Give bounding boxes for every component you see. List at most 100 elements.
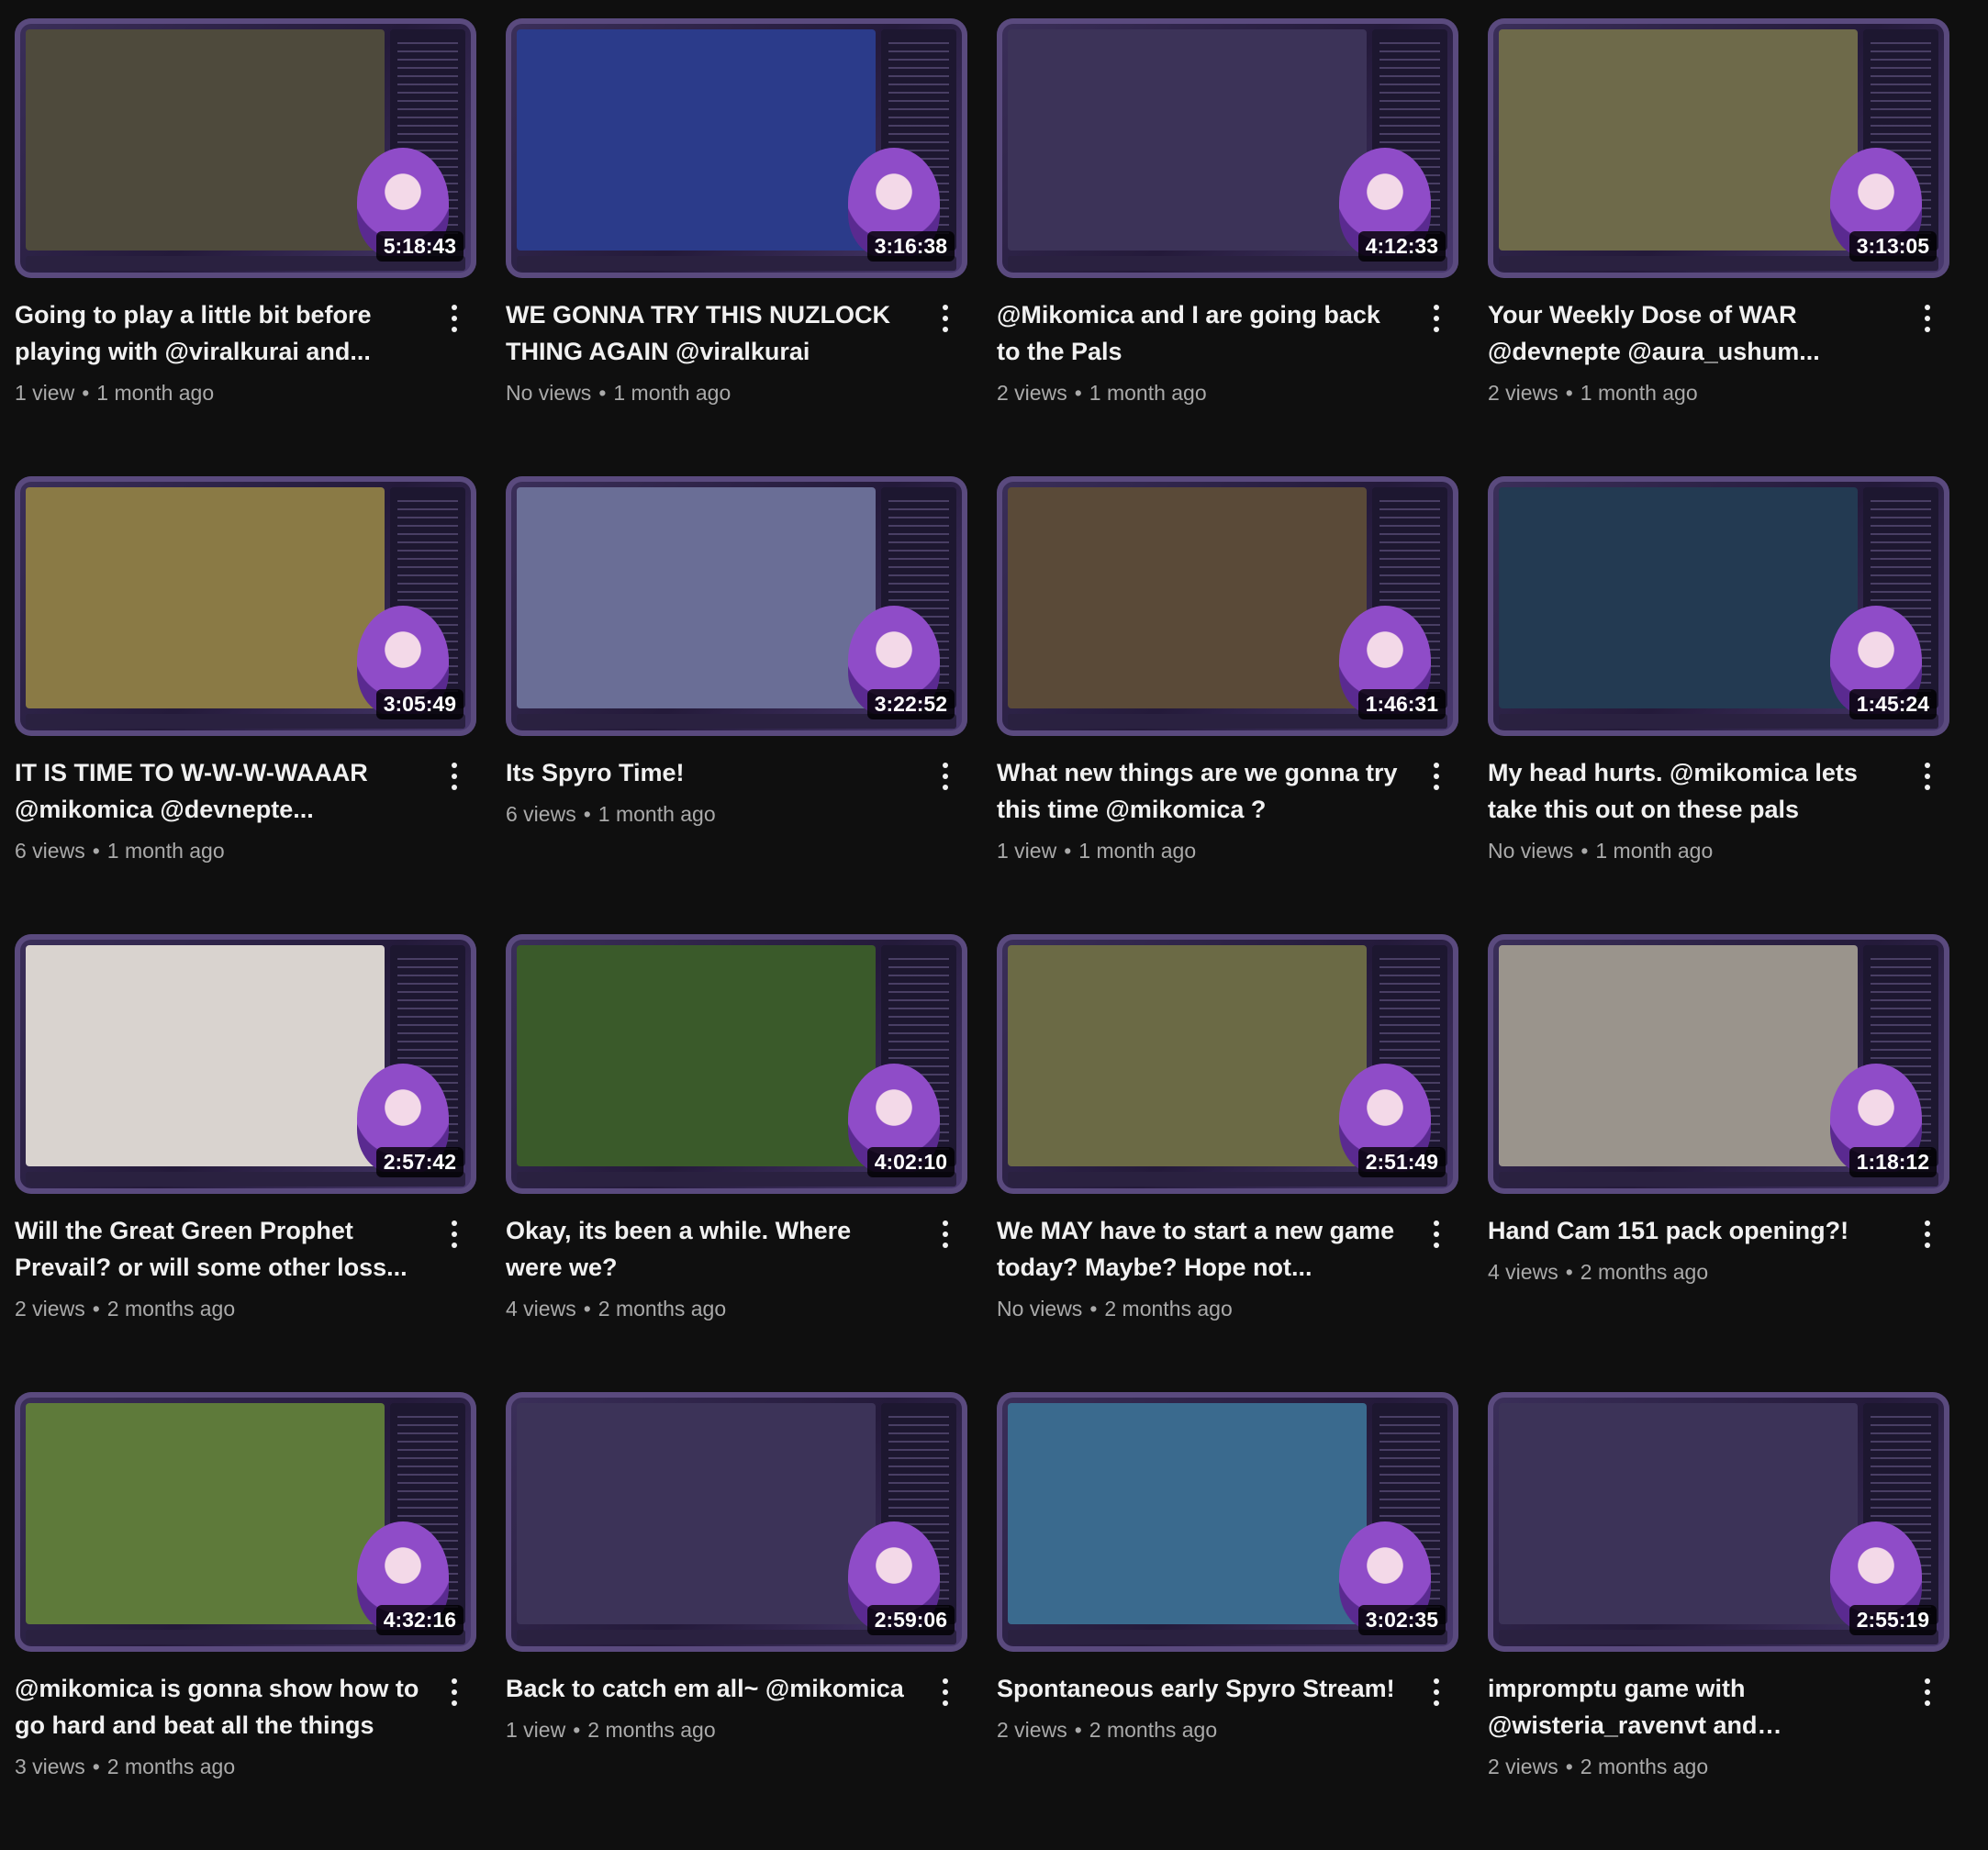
video-stats: 4 views • 2 months ago [506,1295,912,1322]
video-card[interactable]: 1:46:31 What new things are we gonna try… [997,476,1458,934]
video-thumbnail[interactable]: 3:22:52 [506,476,967,736]
more-vert-icon[interactable] [1420,1672,1453,1712]
video-card[interactable]: 3:02:35 Spontaneous early Spyro Stream! … [997,1392,1458,1850]
duration-badge: 5:18:43 [375,230,463,262]
video-title[interactable]: Going to play a little bit before playin… [15,296,421,370]
video-thumbnail[interactable]: 3:02:35 [997,1392,1458,1652]
more-vert-icon[interactable] [929,1214,962,1254]
video-card[interactable]: 3:22:52 Its Spyro Time! 6 views • 1 month … [506,476,967,934]
more-vert-icon[interactable] [929,1672,962,1712]
video-thumbnail[interactable]: 2:55:19 [1488,1392,1949,1652]
video-meta: Its Spyro Time! 6 views • 1 month ago [506,736,967,828]
thumbnail-scene [517,1403,876,1624]
more-vert-icon[interactable] [1911,756,1944,797]
upload-age: 2 months ago [1104,1297,1233,1321]
video-thumbnail[interactable]: 4:12:33 [997,18,1458,278]
more-vert-icon[interactable] [1911,1672,1944,1712]
video-thumbnail[interactable]: 3:05:49 [15,476,476,736]
more-vert-icon[interactable] [438,298,471,339]
separator-dot: • [1074,381,1082,405]
view-count: 2 views [997,381,1067,405]
thumbnail-scene [517,29,876,251]
thumbnail-scene [26,1403,385,1624]
video-card[interactable]: 1:45:24 My head hurts. @mikomica lets ta… [1488,476,1949,934]
video-card[interactable]: 2:55:19 impromptu game with @wisteria_ra… [1488,1392,1949,1850]
video-title[interactable]: Back to catch em all~ @mikomica [506,1670,912,1707]
upload-age: 2 months ago [1580,1755,1709,1778]
separator-dot: • [92,839,100,863]
thumbnail-scene [1499,945,1858,1166]
view-count: 1 view [15,381,75,405]
separator-dot: • [82,381,90,405]
video-card[interactable]: 3:13:05 Your Weekly Dose of WAR @devnept… [1488,18,1949,476]
video-thumbnail[interactable]: 5:18:43 [15,18,476,278]
view-count: 6 views [15,839,85,863]
video-card[interactable]: 2:57:42 Will the Great Green Prophet Pre… [15,934,476,1392]
video-title[interactable]: Your Weekly Dose of WAR @devnepte @aura_… [1488,296,1894,370]
separator-dot: • [92,1297,100,1321]
video-title[interactable]: IT IS TIME TO W-W-W-WAAAR @mikomica @dev… [15,754,421,828]
more-vert-icon[interactable] [1420,298,1453,339]
video-title[interactable]: Its Spyro Time! [506,754,912,791]
video-thumbnail[interactable]: 1:45:24 [1488,476,1949,736]
video-card[interactable]: 4:12:33 @Mikomica and I are going back t… [997,18,1458,476]
video-card[interactable]: 2:51:49 We MAY have to start a new game … [997,934,1458,1392]
video-meta: Will the Great Green Prophet Prevail? or… [15,1194,476,1322]
video-stats: 3 views • 2 months ago [15,1753,421,1780]
upload-age: 1 month ago [1078,839,1197,863]
video-title[interactable]: @Mikomica and I are going back to the Pa… [997,296,1403,370]
video-title[interactable]: We MAY have to start a new game today? M… [997,1212,1403,1286]
video-title[interactable]: impromptu game with @wisteria_ravenvt an… [1488,1670,1894,1744]
more-vert-icon[interactable] [929,756,962,797]
video-card[interactable]: 2:59:06 Back to catch em all~ @mikomica … [506,1392,967,1850]
video-thumbnail[interactable]: 1:18:12 [1488,934,1949,1194]
video-title[interactable]: Spontaneous early Spyro Stream! [997,1670,1403,1707]
video-stats: 1 view • 1 month ago [15,379,421,407]
more-vert-icon[interactable] [438,1672,471,1712]
more-vert-icon[interactable] [1420,1214,1453,1254]
more-vert-icon[interactable] [1420,756,1453,797]
video-meta: impromptu game with @wisteria_ravenvt an… [1488,1652,1949,1780]
upload-age: 2 months ago [598,1297,727,1321]
upload-age: 1 month ago [1595,839,1714,863]
video-card[interactable]: 3:05:49 IT IS TIME TO W-W-W-WAAAR @mikom… [15,476,476,934]
video-title[interactable]: @mikomica is gonna show how to go hard a… [15,1670,421,1744]
video-meta: My head hurts. @mikomica lets take this … [1488,736,1949,864]
video-card[interactable]: 4:32:16 @mikomica is gonna show how to g… [15,1392,476,1850]
video-title[interactable]: WE GONNA TRY THIS NUZLOCK THING AGAIN @v… [506,296,912,370]
video-meta: Going to play a little bit before playin… [15,278,476,407]
video-stats: 2 views • 1 month ago [997,379,1403,407]
video-card[interactable]: 3:16:38 WE GONNA TRY THIS NUZLOCK THING … [506,18,967,476]
video-meta: Hand Cam 151 pack opening?! 4 views • 2 mo… [1488,1194,1949,1286]
video-thumbnail[interactable]: 2:57:42 [15,934,476,1194]
separator-dot: • [583,802,591,826]
video-thumbnail[interactable]: 2:51:49 [997,934,1458,1194]
video-card[interactable]: 4:02:10 Okay, its been a while. Where we… [506,934,967,1392]
video-thumbnail[interactable]: 3:16:38 [506,18,967,278]
upload-age: 1 month ago [1580,381,1698,405]
video-title[interactable]: Okay, its been a while. Where were we? [506,1212,912,1286]
more-vert-icon[interactable] [929,298,962,339]
more-vert-icon[interactable] [1911,298,1944,339]
video-thumbnail[interactable]: 3:13:05 [1488,18,1949,278]
upload-age: 2 months ago [1580,1260,1709,1284]
video-thumbnail[interactable]: 2:59:06 [506,1392,967,1652]
video-card[interactable]: 5:18:43 Going to play a little bit befor… [15,18,476,476]
video-title[interactable]: Will the Great Green Prophet Prevail? or… [15,1212,421,1286]
view-count: No views [1488,839,1574,863]
video-thumbnail[interactable]: 4:02:10 [506,934,967,1194]
more-vert-icon[interactable] [438,756,471,797]
duration-badge: 4:12:33 [1357,230,1446,262]
upload-age: 2 months ago [1089,1718,1218,1742]
video-thumbnail[interactable]: 1:46:31 [997,476,1458,736]
video-title[interactable]: What new things are we gonna try this ti… [997,754,1403,828]
video-title[interactable]: Hand Cam 151 pack opening?! [1488,1212,1894,1249]
separator-dot: • [598,381,607,405]
more-vert-icon[interactable] [438,1214,471,1254]
more-vert-icon[interactable] [1911,1214,1944,1254]
view-count: 6 views [506,802,576,826]
thumbnail-scene [1499,29,1858,251]
video-thumbnail[interactable]: 4:32:16 [15,1392,476,1652]
video-title[interactable]: My head hurts. @mikomica lets take this … [1488,754,1894,828]
video-card[interactable]: 1:18:12 Hand Cam 151 pack opening?! 4 vi… [1488,934,1949,1392]
